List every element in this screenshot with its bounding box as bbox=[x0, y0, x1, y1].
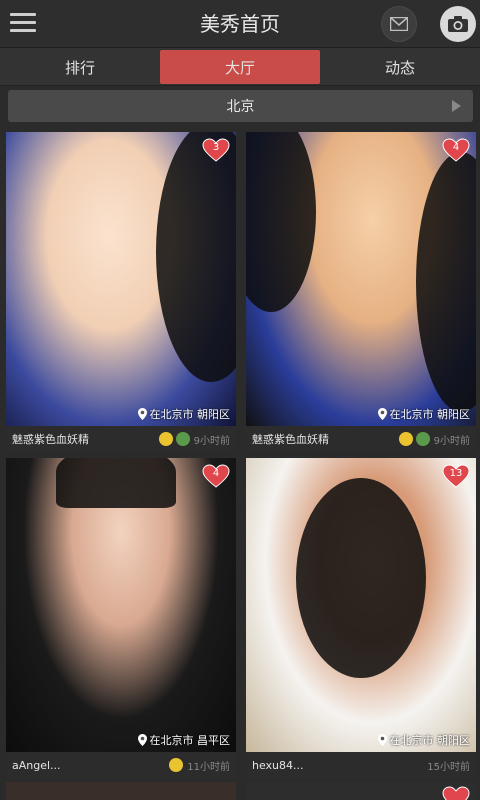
photo-card[interactable]: 3 在北京市 朝阳区 魅惑紫色血妖精 9小时前 bbox=[6, 132, 236, 452]
heart-icon bbox=[442, 786, 470, 800]
user-photo[interactable]: 13 在北京市 朝阳区 bbox=[246, 458, 476, 752]
photo-card[interactable]: 4 在北京市 朝阳区 魅惑紫色血妖精 9小时前 bbox=[246, 132, 476, 452]
user-photo[interactable]: 4 在北京市 昌平区 bbox=[6, 458, 236, 752]
user-photo[interactable]: 4 在北京市 朝阳区 bbox=[246, 132, 476, 426]
like-count: 4 bbox=[452, 142, 460, 153]
location-pin-icon bbox=[137, 734, 147, 746]
user-name: aAngel... bbox=[12, 758, 61, 772]
camera-button[interactable] bbox=[440, 6, 476, 42]
next-row-peek bbox=[6, 782, 476, 800]
camera-icon bbox=[448, 16, 468, 32]
location-pin-icon bbox=[377, 408, 387, 420]
message-badge-icon bbox=[415, 432, 430, 446]
post-time: 11小时前 bbox=[187, 761, 230, 773]
city-label: 北京 bbox=[226, 99, 255, 115]
gold-badge-icon bbox=[398, 432, 413, 446]
mail-icon bbox=[390, 17, 408, 31]
photo-card[interactable]: 13 在北京市 朝阳区 hexu84... 15小时前 bbox=[246, 458, 476, 778]
location-label: 在北京市 朝阳区 bbox=[377, 406, 470, 422]
gold-badge-icon bbox=[158, 432, 173, 446]
card-info: 魅惑紫色血妖精 9小时前 bbox=[246, 426, 476, 452]
card-info: hexu84... 15小时前 bbox=[246, 752, 476, 778]
like-count: 3 bbox=[212, 142, 220, 153]
post-time: 15小时前 bbox=[427, 761, 470, 773]
user-name: 魅惑紫色血妖精 bbox=[252, 433, 329, 446]
like-count: 13 bbox=[449, 468, 463, 479]
message-badge-icon bbox=[175, 432, 190, 446]
tab-activity[interactable]: 动态 bbox=[320, 48, 480, 86]
post-time: 9小时前 bbox=[433, 435, 470, 447]
tab-hall[interactable]: 大厅 bbox=[160, 50, 320, 84]
location-label: 在北京市 昌平区 bbox=[137, 732, 230, 748]
location-pin-icon bbox=[137, 408, 147, 420]
location-label: 在北京市 朝阳区 bbox=[377, 732, 470, 748]
user-name: hexu84... bbox=[252, 758, 304, 772]
chevron-right-icon bbox=[452, 100, 461, 112]
card-info: aAngel... 11小时前 bbox=[6, 752, 236, 778]
like-badge[interactable]: 3 bbox=[202, 138, 230, 162]
like-count: 4 bbox=[212, 468, 220, 479]
like-badge[interactable]: 13 bbox=[442, 464, 470, 488]
photo-card[interactable]: 4 在北京市 昌平区 aAngel... 11小时前 bbox=[6, 458, 236, 778]
city-selector[interactable]: 北京 bbox=[8, 90, 473, 122]
card-info: 魅惑紫色血妖精 9小时前 bbox=[6, 426, 236, 452]
location-label: 在北京市 朝阳区 bbox=[137, 406, 230, 422]
user-photo[interactable]: 3 在北京市 朝阳区 bbox=[6, 132, 236, 426]
tab-ranking[interactable]: 排行 bbox=[0, 48, 160, 86]
gold-badge-icon bbox=[169, 758, 184, 772]
location-pin-icon bbox=[377, 734, 387, 746]
photo-card[interactable] bbox=[6, 782, 236, 800]
photo-card[interactable] bbox=[246, 782, 476, 800]
top-bar: 美秀首页 bbox=[0, 0, 480, 48]
user-name: 魅惑紫色血妖精 bbox=[12, 433, 89, 446]
post-time: 9小时前 bbox=[193, 435, 230, 447]
like-badge[interactable]: 4 bbox=[202, 464, 230, 488]
tab-bar: 排行 大厅 动态 bbox=[0, 48, 480, 86]
like-badge[interactable]: 4 bbox=[442, 138, 470, 162]
mail-button[interactable] bbox=[381, 6, 417, 42]
